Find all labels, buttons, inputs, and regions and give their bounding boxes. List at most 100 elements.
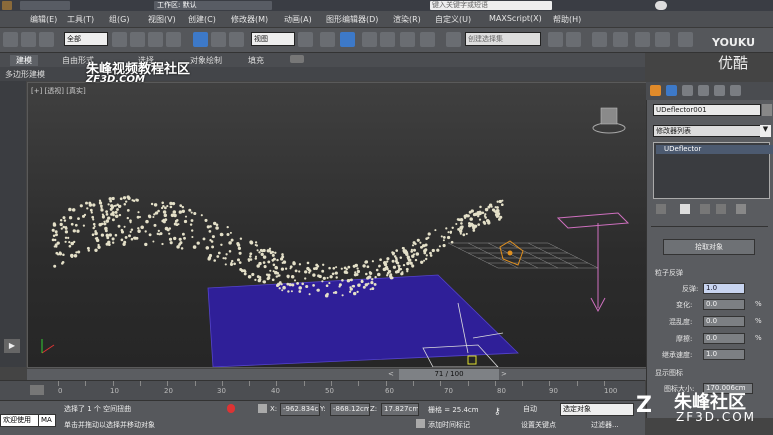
hierarchy-tab-icon[interactable] bbox=[682, 85, 693, 96]
create-tab-icon[interactable] bbox=[650, 85, 661, 96]
selection-filter-dropdown[interactable]: 全部 bbox=[64, 32, 108, 46]
utilities-tab-icon[interactable] bbox=[730, 85, 741, 96]
bounce-spinner[interactable]: 1.0 bbox=[703, 283, 745, 294]
menu-rendering[interactable]: 渲染(R) bbox=[393, 14, 421, 25]
select-and-rotate-icon[interactable] bbox=[211, 32, 226, 47]
align-icon[interactable] bbox=[566, 32, 581, 47]
schematic-view-icon[interactable] bbox=[655, 32, 670, 47]
angle-snap-icon[interactable] bbox=[380, 32, 395, 47]
modify-tab-icon[interactable] bbox=[666, 85, 677, 96]
search-input[interactable]: 键入关键字或短语 bbox=[430, 1, 552, 10]
menu-create[interactable]: 创建(C) bbox=[188, 14, 216, 25]
selected-object-dropdown[interactable]: 选定对象 bbox=[560, 403, 634, 416]
particle bbox=[346, 279, 351, 283]
particle bbox=[442, 235, 446, 239]
time-slider-track[interactable] bbox=[27, 369, 646, 380]
lock-selection-icon[interactable] bbox=[227, 404, 235, 413]
next-frame-arrow-icon[interactable]: > bbox=[501, 370, 510, 379]
select-manipulate-icon[interactable] bbox=[320, 32, 335, 47]
menu-help[interactable]: 帮助(H) bbox=[553, 14, 581, 25]
quick-access-toolbar[interactable] bbox=[20, 1, 70, 10]
modifier-stack-item[interactable]: UDeflector bbox=[656, 145, 773, 154]
app-logo-icon[interactable] bbox=[2, 1, 12, 10]
motion-tab-icon[interactable] bbox=[698, 85, 709, 96]
scene-explorer-icon[interactable] bbox=[613, 32, 628, 47]
menu-customize[interactable]: 自定义(U) bbox=[435, 14, 471, 25]
rect-selection-icon[interactable] bbox=[148, 32, 163, 47]
show-end-result-icon[interactable] bbox=[680, 204, 690, 214]
display-icon-rollout[interactable]: 显示图标 bbox=[655, 368, 683, 378]
set-key-button[interactable]: 设置关键点 bbox=[518, 419, 562, 432]
tab-populate[interactable]: 填充 bbox=[248, 55, 264, 66]
particle bbox=[145, 219, 149, 224]
pick-object-button[interactable]: 拾取对象 bbox=[663, 239, 755, 255]
modifier-stack[interactable]: UDeflector bbox=[653, 142, 773, 199]
window-crossing-icon[interactable] bbox=[166, 32, 181, 47]
modifier-list-dropdown[interactable]: 修改器列表 bbox=[653, 125, 761, 137]
menu-maxscript[interactable]: MAXScript(X) bbox=[489, 14, 542, 23]
material-editor-icon[interactable] bbox=[678, 32, 693, 47]
keyboard-shortcut-override-icon[interactable] bbox=[340, 32, 355, 47]
particle-bounce-rollout[interactable]: 粒子反弹 bbox=[655, 268, 683, 278]
bind-spacewarp-icon[interactable] bbox=[39, 32, 54, 47]
z-coordinate-field[interactable]: 17.827cm bbox=[381, 403, 419, 416]
pivot-center-icon[interactable] bbox=[298, 32, 313, 47]
timeline-menu-icon[interactable] bbox=[30, 385, 44, 395]
display-tab-icon[interactable] bbox=[714, 85, 725, 96]
layer-manager-icon[interactable] bbox=[592, 32, 607, 47]
modifier-list-arrow-icon[interactable]: ▼ bbox=[760, 125, 771, 137]
named-selection-set-dropdown[interactable]: 创建选择集 bbox=[465, 32, 541, 46]
tab-modeling[interactable]: 建模 bbox=[10, 55, 38, 66]
snaps-toggle-icon[interactable] bbox=[362, 32, 377, 47]
select-and-scale-icon[interactable] bbox=[229, 32, 244, 47]
mirror-icon[interactable] bbox=[548, 32, 563, 47]
timeline-ruler[interactable]: 0 10 20 30 40 50 60 70 80 90 100 bbox=[0, 380, 645, 401]
maxscript-listener[interactable]: MA bbox=[38, 414, 56, 427]
x-coordinate-field[interactable]: -962.834c bbox=[280, 403, 320, 416]
key-icon[interactable]: ⚷ bbox=[494, 407, 512, 417]
inherit-velocity-spinner[interactable]: 1.0 bbox=[703, 349, 745, 360]
undo-icon[interactable] bbox=[3, 32, 18, 47]
curve-editor-icon[interactable] bbox=[635, 32, 650, 47]
auto-key-button[interactable]: 自动 bbox=[520, 403, 558, 416]
key-filters-button[interactable]: 过滤器... bbox=[588, 419, 636, 432]
object-name-field[interactable]: UDeflector001 bbox=[653, 104, 761, 116]
percent-snap-icon[interactable] bbox=[400, 32, 415, 47]
friction-spinner[interactable]: 0.0 bbox=[703, 333, 745, 344]
y-coordinate-field[interactable]: -868.12cm bbox=[330, 403, 370, 416]
workspace-dropdown[interactable]: 工作区: 默认 bbox=[154, 1, 272, 10]
make-unique-icon[interactable] bbox=[700, 204, 710, 214]
object-color-swatch[interactable] bbox=[762, 104, 772, 116]
reference-coord-dropdown[interactable]: 视图 bbox=[251, 32, 295, 46]
select-object-icon[interactable] bbox=[112, 32, 127, 47]
menu-group[interactable]: 组(G) bbox=[109, 14, 129, 25]
add-time-tag[interactable]: 添加时间标记 bbox=[428, 420, 470, 430]
chaos-spinner[interactable]: 0.0 bbox=[703, 316, 745, 327]
absolute-mode-icon[interactable] bbox=[258, 404, 267, 413]
prev-frame-arrow-icon[interactable]: < bbox=[388, 370, 397, 379]
edit-named-selection-icon[interactable] bbox=[446, 32, 461, 47]
link-icon[interactable] bbox=[21, 32, 36, 47]
particle bbox=[129, 221, 132, 224]
menu-modifiers[interactable]: 修改器(M) bbox=[231, 14, 268, 25]
menu-edit[interactable]: 编辑(E) bbox=[30, 14, 57, 25]
menu-views[interactable]: 视图(V) bbox=[148, 14, 176, 25]
menu-animation[interactable]: 动画(A) bbox=[284, 14, 312, 25]
select-by-name-icon[interactable] bbox=[130, 32, 145, 47]
menu-graph-editors[interactable]: 图形编辑器(D) bbox=[326, 14, 378, 25]
expand-arrow-icon[interactable]: ▶ bbox=[4, 339, 20, 353]
configure-sets-icon[interactable] bbox=[736, 204, 746, 214]
variation-spinner[interactable]: 0.0 bbox=[703, 299, 745, 310]
menu-tools[interactable]: 工具(T) bbox=[67, 14, 94, 25]
perspective-viewport[interactable]: [+] [透视] [真实] bbox=[27, 82, 648, 368]
help-icon[interactable] bbox=[655, 1, 667, 10]
tab-object-paint[interactable]: 对象绘制 bbox=[190, 55, 222, 66]
pin-stack-icon[interactable] bbox=[656, 204, 666, 214]
polygon-modeling-label[interactable]: 多边形建模 bbox=[5, 69, 45, 80]
remove-modifier-icon[interactable] bbox=[716, 204, 726, 214]
ribbon-options-icon[interactable] bbox=[290, 55, 304, 63]
select-and-move-icon[interactable] bbox=[193, 32, 208, 47]
spinner-snap-icon[interactable] bbox=[420, 32, 435, 47]
time-slider-thumb[interactable]: 71 / 100 bbox=[399, 369, 499, 380]
time-tag-icon[interactable] bbox=[416, 419, 425, 428]
